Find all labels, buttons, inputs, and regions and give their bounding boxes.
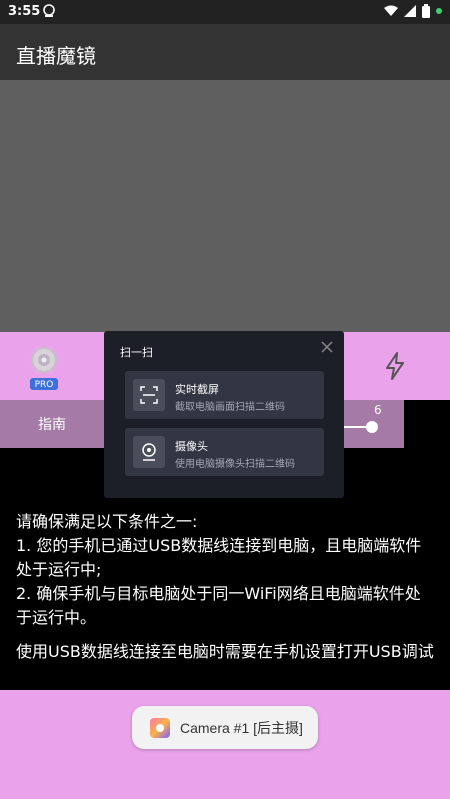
app-title: 直播魔镜 — [16, 44, 96, 68]
slider-knob[interactable] — [366, 421, 378, 433]
popup-title: 扫一扫 — [120, 346, 153, 359]
option-desc: 截取电脑画面扫描二维码 — [175, 402, 285, 413]
instructions-line-2: 2. 确保手机与目标电脑处于同一WiFi网络且电脑端软件处于运行中。 — [16, 584, 421, 627]
app-logo-icon — [150, 717, 170, 738]
webcam-icon — [133, 436, 165, 468]
pro-badge: PRO — [35, 380, 54, 390]
usb-debug-hint: 使用USB数据线连接至电脑时需要在手机设置打开USB调试 — [16, 642, 434, 661]
scan-popup: 扫一扫 实时截屏 截取电脑画面扫描二维码 摄像头 使用电脑摄像头扫描二维码 — [104, 331, 344, 498]
instructions-line-1: 1. 您的手机已通过USB数据线连接到电脑，且电脑端软件处于运行中; — [16, 536, 422, 579]
camera-preview — [0, 80, 450, 332]
status-bar: 3:55 — [0, 0, 450, 24]
option-name: 实时截屏 — [175, 383, 219, 396]
pro-webcam-icon[interactable]: PRO — [28, 345, 60, 391]
scan-frame-icon — [133, 379, 165, 411]
notification-icon — [43, 4, 55, 17]
guide-button[interactable]: 指南 — [0, 400, 104, 448]
wifi-icon — [384, 5, 398, 16]
battery-icon — [422, 4, 430, 18]
status-time: 3:55 — [8, 4, 41, 19]
signal-icon — [404, 5, 416, 17]
app-bar: 直播魔镜 — [0, 24, 450, 80]
option-screen-capture[interactable]: 实时截屏 截取电脑画面扫描二维码 — [125, 371, 324, 419]
option-name: 摄像头 — [175, 440, 208, 453]
slider-value: 6 — [374, 403, 382, 417]
option-camera[interactable]: 摄像头 使用电脑摄像头扫描二维码 — [125, 428, 324, 476]
privacy-indicator-dot — [436, 8, 442, 14]
camera-label: Camera #1 [后主摄] — [180, 719, 303, 736]
close-icon[interactable] — [320, 340, 334, 354]
instructions: 请确保满足以下条件之一: 1. 您的手机已通过USB数据线连接到电脑，且电脑端软… — [16, 510, 436, 664]
flash-icon[interactable] — [384, 352, 406, 380]
camera-select-chip[interactable]: Camera #1 [后主摄] — [132, 706, 318, 749]
option-desc: 使用电脑摄像头扫描二维码 — [175, 459, 295, 470]
instructions-heading: 请确保满足以下条件之一: — [16, 512, 198, 531]
